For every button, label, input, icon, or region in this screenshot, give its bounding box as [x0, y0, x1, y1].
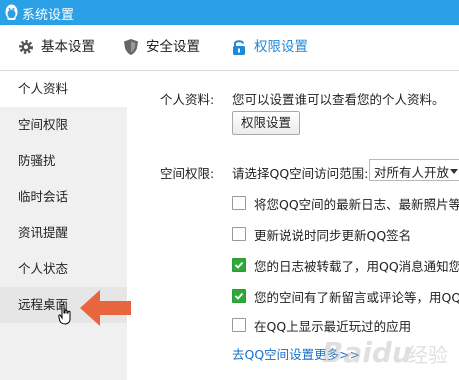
- space-option-row: 您的空间有了新留言或评论等，用QQ消: [232, 287, 459, 307]
- profile-description: 您可以设置谁可以查看您的个人资料。: [232, 92, 445, 107]
- qq-penguin-icon: [5, 4, 18, 20]
- window-title: 系统设置: [22, 8, 75, 23]
- settings-sidebar: 个人资料 空间权限 防骚扰 临时会话 资讯提醒 个人状态 远程桌面: [0, 71, 127, 380]
- space-section-label: 空间权限:: [160, 166, 215, 181]
- space-range-select[interactable]: 对所有人开放: [369, 159, 459, 181]
- tab-label: 基本设置: [41, 39, 95, 55]
- checkmark-icon: [234, 261, 244, 269]
- space-option-text: 更新说说时同步更新QQ签名: [254, 228, 412, 243]
- sidebar-item-temp-session[interactable]: 临时会话: [0, 179, 127, 215]
- space-option-checkbox[interactable]: [232, 318, 246, 332]
- space-option-checkbox[interactable]: [232, 196, 246, 210]
- space-option-checkbox[interactable]: [232, 289, 246, 303]
- sidebar-item-news-reminder[interactable]: 资讯提醒: [0, 215, 127, 251]
- sidebar-item-space-permission[interactable]: 空间权限: [0, 107, 127, 143]
- space-option-row: 将您QQ空间的最新日志、最新照片等显: [232, 194, 459, 214]
- profile-section-label: 个人资料:: [160, 92, 215, 107]
- space-option-row: 您的日志被转载了，用QQ消息通知您: [232, 256, 459, 276]
- space-range-value: 对所有人开放: [374, 165, 450, 180]
- settings-tab-bar: 基本设置 安全设置 权限设置: [0, 25, 459, 71]
- shield-icon: [124, 39, 138, 55]
- svg-text:Baidu: Baidu: [322, 336, 412, 369]
- gear-icon: [19, 40, 33, 54]
- sidebar-item-anti-harassment[interactable]: 防骚扰: [0, 143, 127, 179]
- tab-label: 权限设置: [254, 39, 308, 55]
- space-option-text: 您的空间有了新留言或评论等，用QQ消: [254, 290, 459, 305]
- baidu-watermark-logo: Baidu 经验: [322, 336, 448, 369]
- space-option-checkbox[interactable]: [232, 258, 246, 272]
- sidebar-item-personal-status[interactable]: 个人状态: [0, 251, 127, 287]
- svg-text:经验: 经验: [408, 343, 448, 367]
- lock-icon: [233, 40, 245, 55]
- profile-permission-button[interactable]: 权限设置: [232, 111, 300, 135]
- space-option-text: 将您QQ空间的最新日志、最新照片等显: [254, 197, 459, 212]
- space-range-label: 请选择QQ空间访问范围:: [232, 166, 369, 181]
- chevron-down-icon: [450, 169, 458, 174]
- tab-label: 安全设置: [146, 39, 200, 55]
- sidebar-item-personal-profile[interactable]: 个人资料: [0, 71, 127, 107]
- hand-cursor-icon: [58, 304, 71, 325]
- space-option-row: 更新说说时同步更新QQ签名: [232, 225, 459, 245]
- space-option-text: 您的日志被转载了，用QQ消息通知您: [254, 259, 459, 274]
- annotation-arrow-icon: [80, 290, 131, 326]
- checkmark-icon: [234, 292, 244, 300]
- title-bar: 系统设置: [0, 0, 459, 25]
- space-option-checkbox[interactable]: [232, 227, 246, 241]
